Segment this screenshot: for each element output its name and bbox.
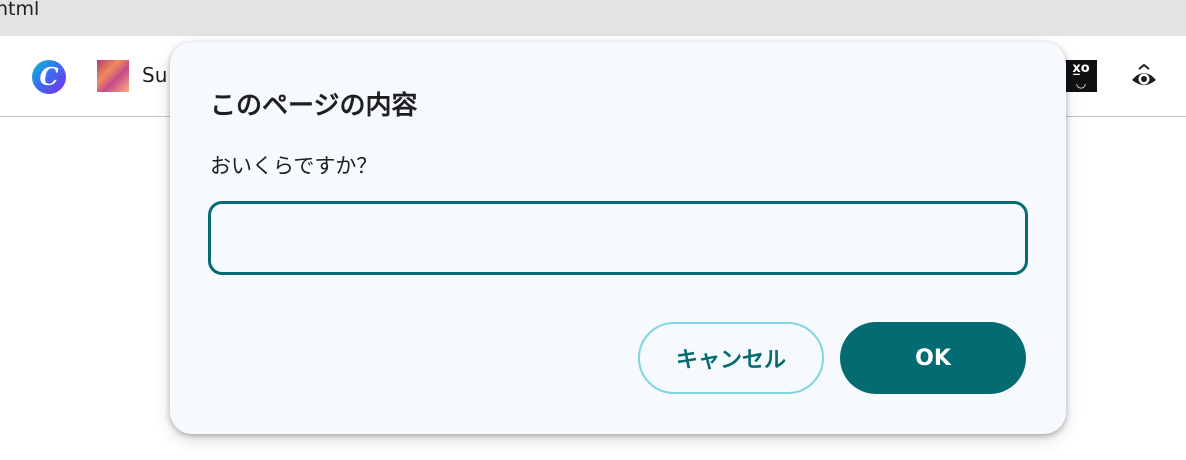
extension-emoji-icon[interactable]: x̲o ◡	[1065, 60, 1097, 92]
bookmark-label[interactable]: Su	[142, 63, 167, 87]
dialog-message: おいくらですか？	[210, 154, 378, 178]
tab-strip: html	[0, 0, 1186, 36]
ok-button[interactable]: OK	[840, 322, 1026, 394]
extension-emoji-mouth: ◡	[1076, 76, 1086, 90]
eye-extension-icon[interactable]	[1129, 62, 1159, 92]
bookmark-thumbnail-icon[interactable]	[97, 60, 129, 92]
extension-emoji-glyph: x̲o	[1072, 61, 1090, 76]
tab-title[interactable]: html	[0, 0, 39, 19]
dialog-title: このページの内容	[210, 91, 418, 121]
prompt-dialog: このページの内容 おいくらですか？ キャンセル OK	[170, 42, 1066, 434]
prompt-input[interactable]	[208, 201, 1028, 275]
canva-icon[interactable]: C	[32, 60, 66, 94]
cancel-button[interactable]: キャンセル	[638, 322, 824, 394]
